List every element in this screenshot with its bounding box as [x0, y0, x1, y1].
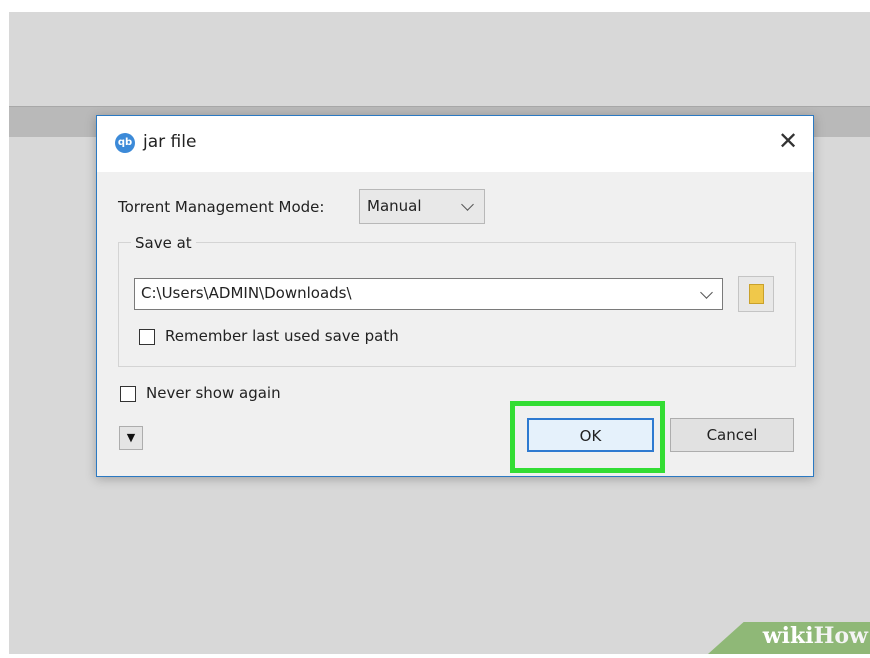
torrent-mode-label: Torrent Management Mode:	[118, 198, 325, 216]
watermark-part1: wiki	[762, 623, 814, 649]
wikihow-watermark: wikiHow	[763, 623, 868, 649]
chevron-down-icon[interactable]	[700, 286, 713, 299]
torrent-mode-value: Manual	[367, 197, 422, 215]
remember-path-checkbox[interactable]	[139, 329, 155, 345]
dialog-title: jar file	[143, 132, 197, 152]
close-button[interactable]: ✕	[773, 126, 803, 156]
watermark-part2: How	[813, 623, 868, 649]
add-torrent-dialog: qb jar file ✕ Torrent Management Mode: M…	[96, 115, 814, 477]
save-at-title: Save at	[131, 234, 196, 252]
never-show-checkbox[interactable]	[120, 386, 136, 402]
never-show-label[interactable]: Never show again	[146, 384, 281, 402]
remember-path-label[interactable]: Remember last used save path	[165, 327, 399, 345]
qbittorrent-icon: qb	[115, 133, 135, 153]
chevron-down-icon	[461, 198, 474, 211]
dialog-titlebar: qb jar file ✕	[97, 116, 813, 172]
expand-details-button[interactable]: ▼	[119, 426, 143, 450]
torrent-mode-select[interactable]: Manual	[359, 189, 485, 224]
folder-icon	[749, 284, 764, 304]
save-path-value: C:\Users\ADMIN\Downloads\	[141, 284, 352, 302]
browse-folder-button[interactable]	[738, 276, 774, 312]
ok-highlight-box	[510, 401, 665, 473]
save-path-combobox[interactable]: C:\Users\ADMIN\Downloads\	[134, 278, 723, 310]
cancel-button[interactable]: Cancel	[670, 418, 794, 452]
